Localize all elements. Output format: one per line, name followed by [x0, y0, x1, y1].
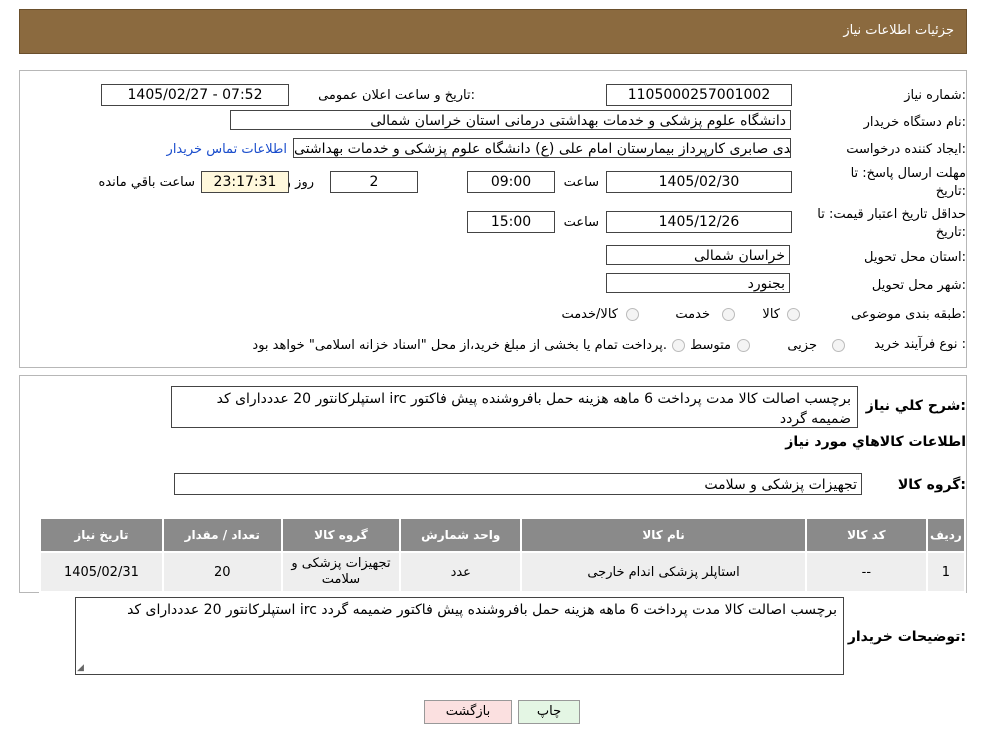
cell-name: استاپلر پزشکی اندام خارجی	[520, 551, 807, 593]
contact-buyer-link[interactable]: اطلاعات تماس خریدار	[167, 142, 287, 157]
buyer-org-label: نام دستگاه خریدار:	[863, 115, 966, 130]
buyer-notes-label: توضیحات خریدار:	[847, 629, 966, 645]
description-textarea[interactable]: استپلرکانتور 20 عدددارای کد irc برچسب اص…	[171, 386, 858, 428]
deadline-time-label: ساعت	[563, 175, 599, 190]
need-number-field[interactable]: 1105000257001002	[606, 84, 792, 106]
province-label: استان محل تحویل:	[864, 250, 966, 265]
table-header-row: ردیف کد کالا نام کالا واحد شمارش گروه کا…	[39, 517, 967, 553]
category-radio-goods-service[interactable]	[626, 308, 639, 321]
category-option-goods: کالا	[762, 307, 780, 322]
cell-unit: عدد	[399, 551, 523, 593]
col-code: کد کالا	[804, 517, 928, 553]
cell-row: 1	[925, 551, 967, 593]
validity-date-field[interactable]: 1405/12/26	[606, 211, 792, 233]
process-note: پرداخت تمام یا بخشی از مبلغ خرید،از محل …	[252, 338, 667, 353]
announce-datetime-field[interactable]: 1405/02/27 - 07:52	[101, 84, 289, 106]
buyer-org-field[interactable]: دانشگاه علوم پزشکی و خدمات بهداشتی درمان…	[230, 110, 791, 130]
process-label: نوع فرآیند خرید :	[874, 337, 966, 352]
col-group: گروه کالا	[280, 517, 402, 553]
days-remaining-field[interactable]: 2	[330, 171, 418, 193]
category-label: طبقه بندی موضوعی:	[850, 307, 966, 322]
process-option-minor: جزیی	[787, 338, 817, 353]
requester-label: ایجاد کننده درخواست:	[846, 142, 966, 157]
col-name: نام کالا	[520, 517, 807, 553]
print-button[interactable]: چاپ	[518, 700, 580, 724]
items-table: ردیف کد کالا نام کالا واحد شمارش گروه کا…	[39, 517, 967, 593]
deadline-date-field[interactable]: 1405/02/30	[606, 171, 792, 193]
resize-grip-icon[interactable]: ◢	[77, 663, 85, 673]
validity-label-2: تاریخ:	[935, 225, 966, 240]
remaining-time-label: ساعت باقي مانده	[98, 175, 195, 190]
process-radio-minor[interactable]	[832, 339, 845, 352]
process-radio-medium[interactable]	[737, 339, 750, 352]
col-unit: واحد شمارش	[399, 517, 523, 553]
category-option-service: خدمت	[675, 307, 710, 322]
province-field[interactable]: خراسان شمالی	[606, 245, 790, 265]
cell-date: 1405/02/31	[39, 551, 164, 593]
deadline-label: مهلت ارسال پاسخ: تا	[850, 166, 966, 181]
city-label: شهر محل تحویل:	[871, 278, 966, 293]
back-button[interactable]: بازگشت	[424, 700, 512, 724]
page-header: جزئیات اطلاعات نیاز	[19, 9, 967, 54]
validity-time-field[interactable]: 15:00	[467, 211, 555, 233]
description-label: شرح کلي نياز:	[865, 398, 966, 414]
validity-time-label: ساعت	[563, 215, 599, 230]
city-field[interactable]: بجنورد	[606, 273, 790, 293]
process-option-medium: متوسط	[690, 338, 731, 353]
announce-label: تاریخ و ساعت اعلان عمومی:	[318, 88, 475, 103]
col-row: ردیف	[925, 517, 967, 553]
goods-group-label: گروه کالا:	[897, 477, 966, 493]
requester-field[interactable]: مهدی صابری کارپرداز بیمارستان امام علی (…	[293, 138, 791, 158]
cell-group: تجهیزات پزشکی و سلامت	[280, 551, 402, 593]
validity-label: حداقل تاریخ اعتبار قیمت: تا	[817, 207, 966, 222]
items-section-title: اطلاعات كالاهاي مورد نياز	[785, 434, 966, 450]
page-title: جزئیات اطلاعات نیاز	[843, 23, 954, 38]
remaining-time-field: 23:17:31	[201, 171, 289, 193]
need-number-label: شماره نیاز:	[904, 88, 966, 103]
category-radio-goods[interactable]	[787, 308, 800, 321]
table-row: 1 -- استاپلر پزشکی اندام خارجی عدد تجهیز…	[39, 551, 967, 593]
buyer-notes-textarea[interactable]: استپلرکانتور 20 عدددارای کد irc برچسب اص…	[75, 597, 844, 675]
days-label: روز و	[284, 175, 314, 190]
deadline-time-field[interactable]: 09:00	[467, 171, 555, 193]
cell-code: --	[804, 551, 928, 593]
cell-quantity: 20	[161, 551, 283, 593]
treasury-checkbox[interactable]	[672, 339, 685, 352]
category-option-goods-service: کالا/خدمت	[561, 307, 618, 322]
col-quantity: تعداد / مقدار	[161, 517, 283, 553]
goods-group-field[interactable]: تجهیزات پزشکی و سلامت	[174, 473, 862, 495]
category-radio-service[interactable]	[722, 308, 735, 321]
col-date: تاریخ نیاز	[39, 517, 164, 553]
deadline-label-2: تاریخ:	[935, 184, 966, 199]
